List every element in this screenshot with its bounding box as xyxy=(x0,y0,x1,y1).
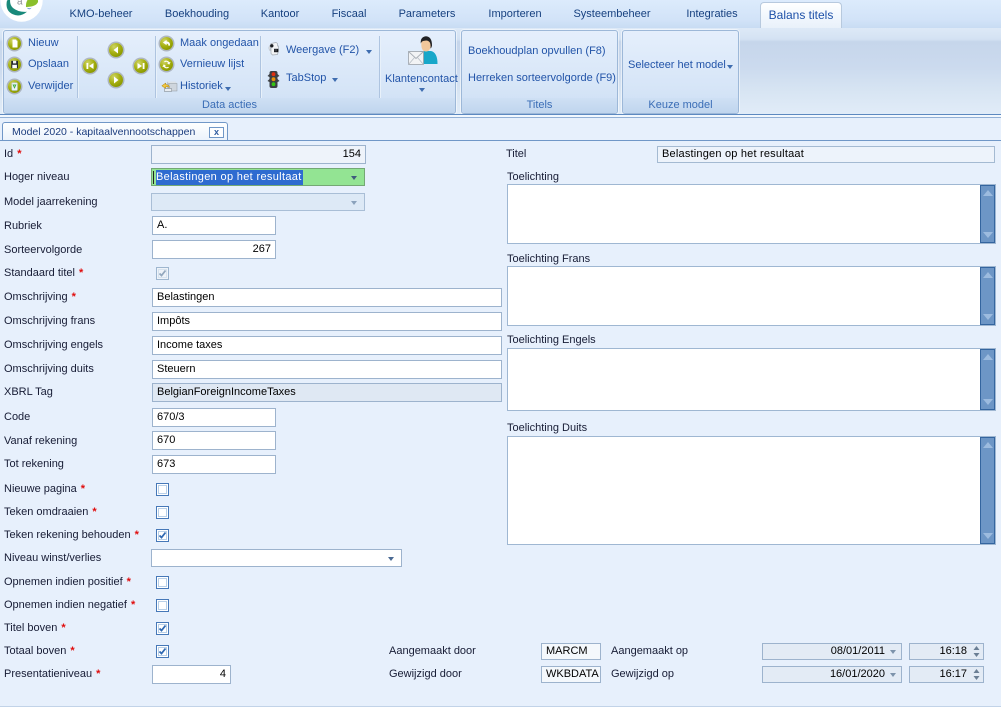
svg-text:a: a xyxy=(17,0,23,8)
